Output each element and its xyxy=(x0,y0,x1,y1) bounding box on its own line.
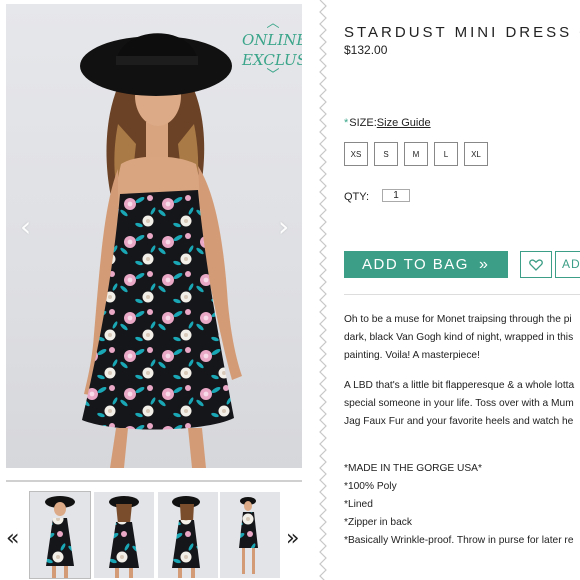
image-prev-arrow-icon[interactable]: ‹ xyxy=(20,210,31,243)
chevron-up-icon: ︿ xyxy=(266,16,280,31)
add-to-bag-label: ADD TO BAG xyxy=(362,256,469,273)
description-line: A LBD that's a little bit flapperesque &… xyxy=(344,380,575,391)
size-guide-link[interactable]: Size Guide xyxy=(377,117,431,129)
qty-label: QTY: xyxy=(344,191,370,203)
description-paragraph-1: Oh to be a muse for Monet traipsing thro… xyxy=(344,311,580,365)
quantity-input[interactable]: 1 xyxy=(382,189,410,202)
chevron-down-icon: ﹀ xyxy=(266,68,280,83)
thumbnail-carousel: « » xyxy=(0,490,310,580)
gallery-divider xyxy=(6,480,302,482)
size-selector-label-row: *SIZE:Size Guide xyxy=(344,117,431,129)
description-line: Oh to be a muse for Monet traipsing thro… xyxy=(344,314,572,325)
double-chevron-right-icon: » xyxy=(478,255,488,273)
size-label: SIZE: xyxy=(349,117,377,129)
description-line: painting. Voila! A masterpiece! xyxy=(344,350,480,361)
feature-item: *100% Poly xyxy=(344,481,397,492)
thumbnail-image xyxy=(45,496,75,578)
thumbs-next-arrow-icon[interactable]: » xyxy=(286,526,299,551)
size-option-xl[interactable]: XL xyxy=(464,142,488,166)
thumbnail-2[interactable] xyxy=(94,492,154,578)
thumbnail-1[interactable] xyxy=(29,491,91,579)
heart-icon xyxy=(529,258,543,271)
description-line: special someone in your life. Toss over … xyxy=(344,398,574,409)
feature-item: *Zipper in back xyxy=(344,517,412,528)
badge-line-1: ONLINE xyxy=(242,31,302,49)
image-next-arrow-icon[interactable]: › xyxy=(278,210,289,243)
feature-item: *MADE IN THE GORGE USA* xyxy=(344,463,482,474)
size-option-xs[interactable]: XS xyxy=(344,142,368,166)
online-exclusive-badge: ︿ ONLINE EXCLUSIVE ﹀ xyxy=(242,16,302,108)
feature-item: *Lined xyxy=(344,499,373,510)
description-line: Jag Faux Fur and your favorite heels and… xyxy=(344,416,574,427)
thumbnail-3[interactable] xyxy=(158,492,218,578)
section-divider xyxy=(344,294,580,295)
thumbnail-4[interactable] xyxy=(220,492,280,578)
description-paragraph-2: A LBD that's a little bit flapperesque &… xyxy=(344,377,580,431)
feature-list: *MADE IN THE GORGE USA* *100% Poly *Line… xyxy=(344,460,580,550)
size-option-l[interactable]: L xyxy=(434,142,458,166)
thumbnail-image xyxy=(109,496,139,578)
thumbs-prev-arrow-icon[interactable]: « xyxy=(6,526,19,551)
required-mark: * xyxy=(344,117,349,129)
zigzag-divider xyxy=(319,0,327,580)
thumbnail-image xyxy=(239,497,258,574)
description-line: dark, black Van Gogh kind of night, wrap… xyxy=(344,332,574,343)
product-price: $132.00 xyxy=(344,43,388,57)
size-option-s[interactable]: S xyxy=(374,142,398,166)
product-main-image[interactable]: ︿ ONLINE EXCLUSIVE ﹀ ‹ › xyxy=(6,4,302,468)
add-to-bag-button[interactable]: ADD TO BAG » xyxy=(344,251,508,278)
size-option-m[interactable]: M xyxy=(404,142,428,166)
product-title: STARDUST MINI DRESS ~ xyxy=(344,24,580,41)
feature-item: *Basically Wrinkle-proof. Throw in purse… xyxy=(344,535,574,546)
secondary-action-button[interactable]: AD xyxy=(555,251,580,278)
wishlist-button[interactable] xyxy=(520,251,552,278)
thumbnail-image xyxy=(172,496,200,578)
size-options: XS S M L XL xyxy=(344,142,488,166)
badge-line-2: EXCLUSIVE xyxy=(242,51,302,69)
